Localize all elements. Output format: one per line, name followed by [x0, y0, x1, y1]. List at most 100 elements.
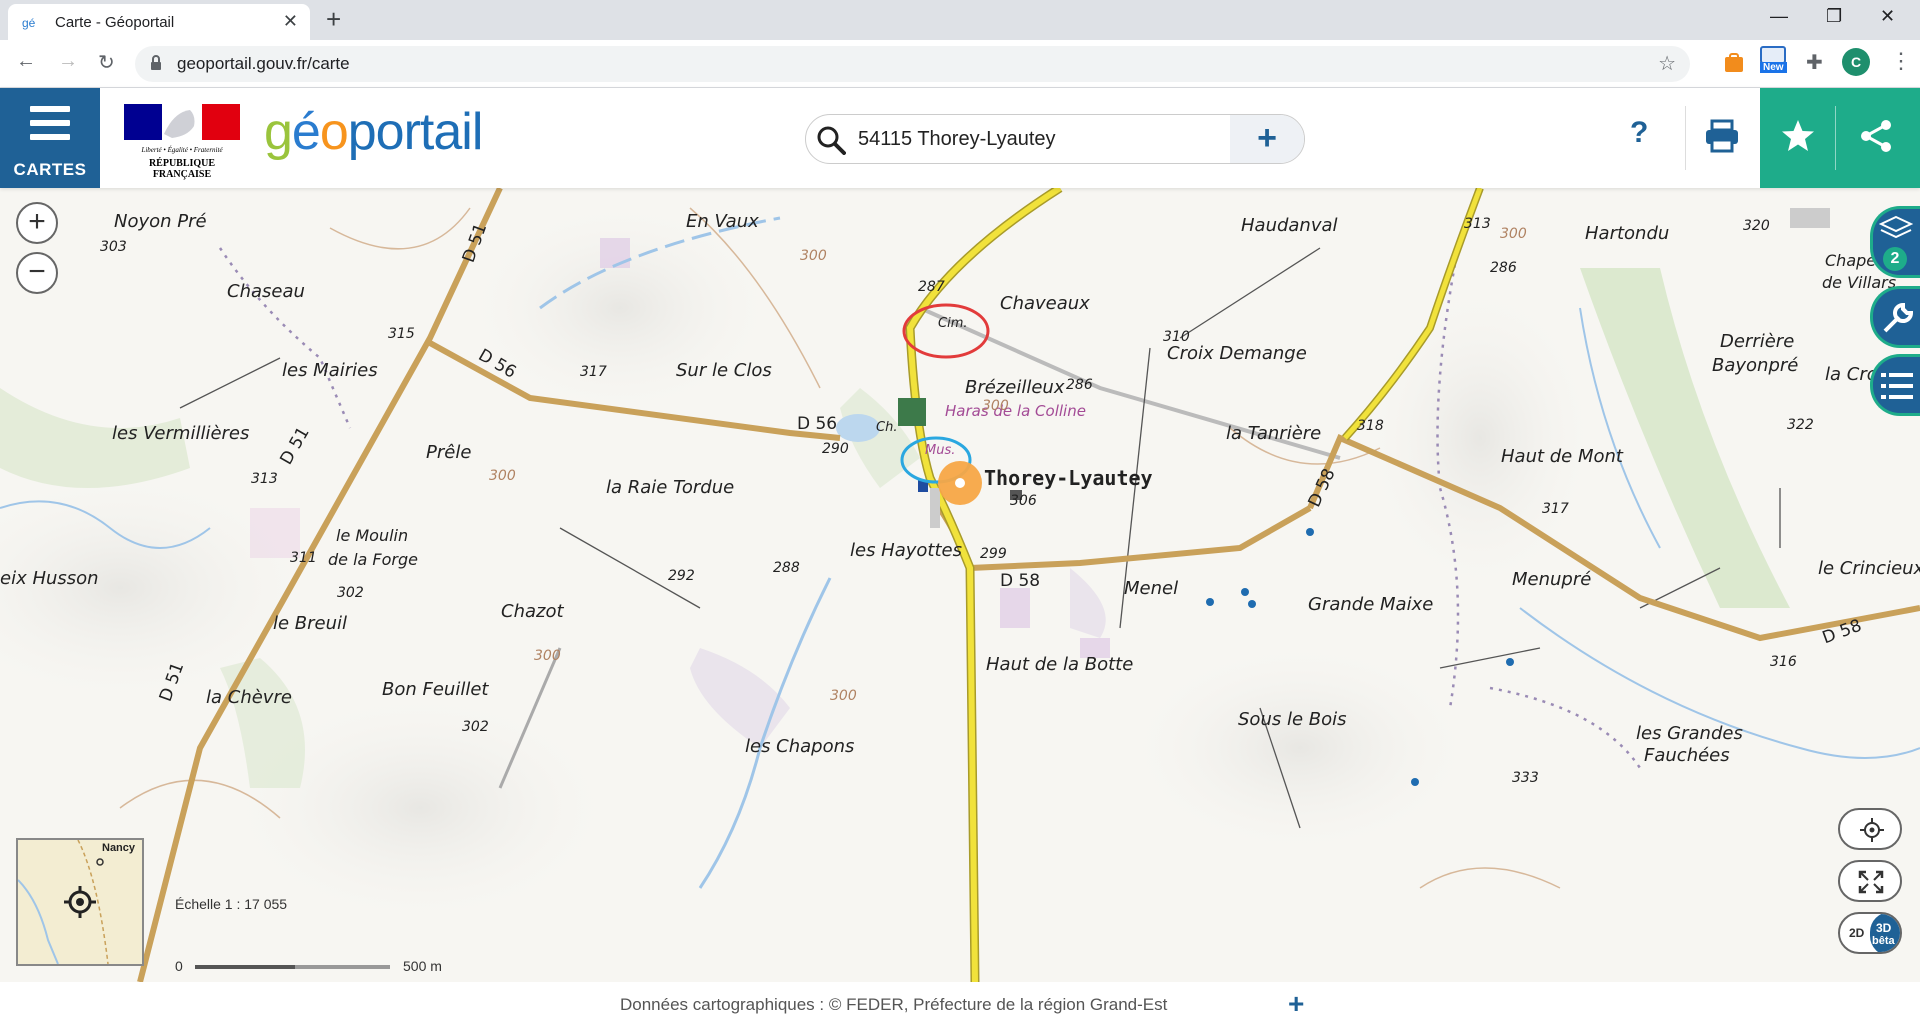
map-attribution-bar: Données cartographiques : © FEDER, Préfe…	[0, 982, 1920, 1030]
minimize-window-icon[interactable]: —	[1770, 6, 1788, 27]
extensions-puzzle-icon[interactable]: ✚	[1806, 50, 1823, 75]
place-label: Haut de Mont	[1501, 446, 1623, 467]
address-bar[interactable]: geoportail.gouv.fr/carte ☆	[135, 46, 1690, 82]
new-tab-button[interactable]: +	[326, 4, 341, 34]
back-arrow-icon[interactable]: ←	[16, 50, 36, 73]
altitude-label: 320	[1743, 218, 1770, 234]
view-2d-label[interactable]: 2D	[1849, 926, 1864, 940]
layer-count-badge: 2	[1883, 247, 1907, 271]
overview-minimap[interactable]: Nancy	[16, 838, 144, 966]
altitude-label: 322	[1787, 417, 1814, 433]
bookmark-star-icon[interactable]: ☆	[1658, 51, 1676, 76]
geoportail-logo[interactable]: géoportail	[264, 102, 484, 162]
reload-icon[interactable]: ↻	[98, 50, 115, 75]
browser-toolbar: ← → ↻ geoportail.gouv.fr/carte ☆ New ✚ C…	[0, 40, 1920, 88]
favorites-share-panel	[1760, 88, 1920, 188]
overview-city-label: Nancy	[102, 842, 136, 854]
fullscreen-button[interactable]	[1838, 860, 1902, 902]
print-icon[interactable]	[1704, 118, 1740, 154]
place-label: Noyon Pré	[114, 211, 207, 232]
altitude-label: 306	[1010, 493, 1037, 509]
browser-tab[interactable]: gé Carte - Géoportail ✕	[8, 4, 310, 40]
zoom-in-button[interactable]: +	[16, 202, 58, 244]
place-label: les Vermillières	[112, 423, 250, 444]
close-window-icon[interactable]: ✕	[1880, 6, 1895, 27]
altitude-label: 288	[773, 560, 800, 576]
place-label: Chaseau	[227, 281, 305, 302]
zoom-out-button[interactable]: −	[16, 252, 58, 294]
logo-part-g: g	[264, 103, 293, 161]
altitude-label: 311	[290, 550, 317, 566]
restore-window-icon[interactable]: ❐	[1826, 6, 1842, 27]
altitude-label: 310	[1163, 329, 1190, 345]
place-label: de la Forge	[328, 550, 418, 569]
advanced-search-plus-button[interactable]: +	[1230, 115, 1304, 163]
place-label: la Chèvre	[206, 687, 292, 708]
attribution-expand-button[interactable]: +	[1288, 988, 1304, 1020]
view-2d-3d-toggle[interactable]: 2D 3D bêta	[1838, 912, 1902, 954]
plus-icon: +	[28, 205, 46, 238]
layers-tab[interactable]: 2	[1870, 206, 1920, 278]
view-3d-label: 3D	[1876, 921, 1892, 935]
place-label: Menupré	[1512, 569, 1592, 590]
logo-part-portail: portail	[347, 103, 484, 161]
chateau-label: Ch.	[876, 420, 898, 435]
lock-icon	[151, 55, 161, 70]
altitude-label: 315	[388, 326, 415, 342]
cartes-label: CARTES	[13, 160, 87, 179]
logo-part-e: é	[291, 103, 321, 161]
place-label: Prêle	[426, 442, 472, 463]
place-label: la Tanrière	[1226, 423, 1322, 444]
extension-new-badge: New	[1760, 62, 1787, 73]
contour-label: 300	[534, 648, 561, 664]
search-icon[interactable]	[816, 125, 846, 155]
road-label: D 56	[797, 414, 838, 434]
help-button[interactable]: ?	[1630, 116, 1648, 150]
map-scale: Échelle 1 : 17 055 0 500 m	[160, 878, 460, 978]
place-label: Croix Demange	[1167, 343, 1307, 364]
browser-tab-strip: gé Carte - Géoportail ✕ + — ❐ ✕	[0, 0, 1920, 40]
place-label: eix Husson	[0, 568, 99, 589]
forward-arrow-icon[interactable]: →	[58, 50, 78, 73]
favorites-star-icon[interactable]	[1780, 118, 1816, 154]
scale-title: Échelle 1 : 17 055	[175, 896, 288, 912]
extension-new-icon[interactable]: New	[1760, 46, 1790, 78]
place-label: Menel	[1124, 578, 1179, 599]
altitude-label: 299	[980, 546, 1007, 562]
view-3d-badge[interactable]: 3D bêta	[1870, 914, 1900, 952]
place-label: le Moulin	[336, 526, 409, 545]
tools-tab[interactable]	[1870, 286, 1920, 348]
republique-francaise-logo[interactable]: Liberté • Égalité • Fraternité RÉPUBLIQU…	[124, 104, 240, 180]
close-tab-icon[interactable]: ✕	[283, 11, 298, 32]
tab-title: Carte - Géoportail	[55, 14, 175, 31]
profile-avatar[interactable]: C	[1842, 48, 1870, 76]
place-label: Derrière	[1720, 331, 1795, 352]
cartes-menu-button[interactable]: CARTES	[0, 88, 100, 188]
cemetery-label: Cim.	[938, 316, 968, 331]
browser-menu-icon[interactable]: ⋮	[1890, 48, 1912, 74]
place-label: les Hayottes	[850, 540, 962, 561]
scale-bar	[195, 965, 390, 969]
altitude-label: 313	[251, 471, 278, 487]
extension-orange-icon[interactable]	[1723, 52, 1745, 74]
place-label: Haras de la Colline	[945, 402, 1086, 420]
scale-end: 500 m	[403, 958, 442, 974]
altitude-label: 302	[337, 585, 364, 601]
search-input[interactable]: 54115 Thorey-Lyautey	[858, 128, 1056, 151]
geolocate-button[interactable]	[1838, 808, 1902, 850]
share-icon[interactable]	[1858, 118, 1894, 154]
place-label: Bayonpré	[1712, 355, 1799, 376]
altitude-label: 313	[1464, 216, 1491, 232]
hamburger-icon	[30, 106, 70, 140]
contour-label: 300	[489, 468, 516, 484]
place-label: Haudanval	[1241, 215, 1338, 236]
wrench-icon	[1883, 302, 1914, 333]
search-box[interactable]: 54115 Thorey-Lyautey +	[805, 114, 1305, 164]
place-label: les Grandes	[1636, 723, 1743, 744]
republic-name: RÉPUBLIQUE FRANÇAISE	[148, 158, 216, 180]
logo-part-o: o	[319, 103, 349, 161]
list-icon	[1881, 373, 1913, 399]
topographic-map[interactable]: Noyon Pré En Vaux Haudanval Hartondu Cha…	[0, 188, 1920, 982]
place-label: Grande Maixe	[1308, 594, 1434, 615]
legend-tab[interactable]	[1870, 354, 1920, 416]
